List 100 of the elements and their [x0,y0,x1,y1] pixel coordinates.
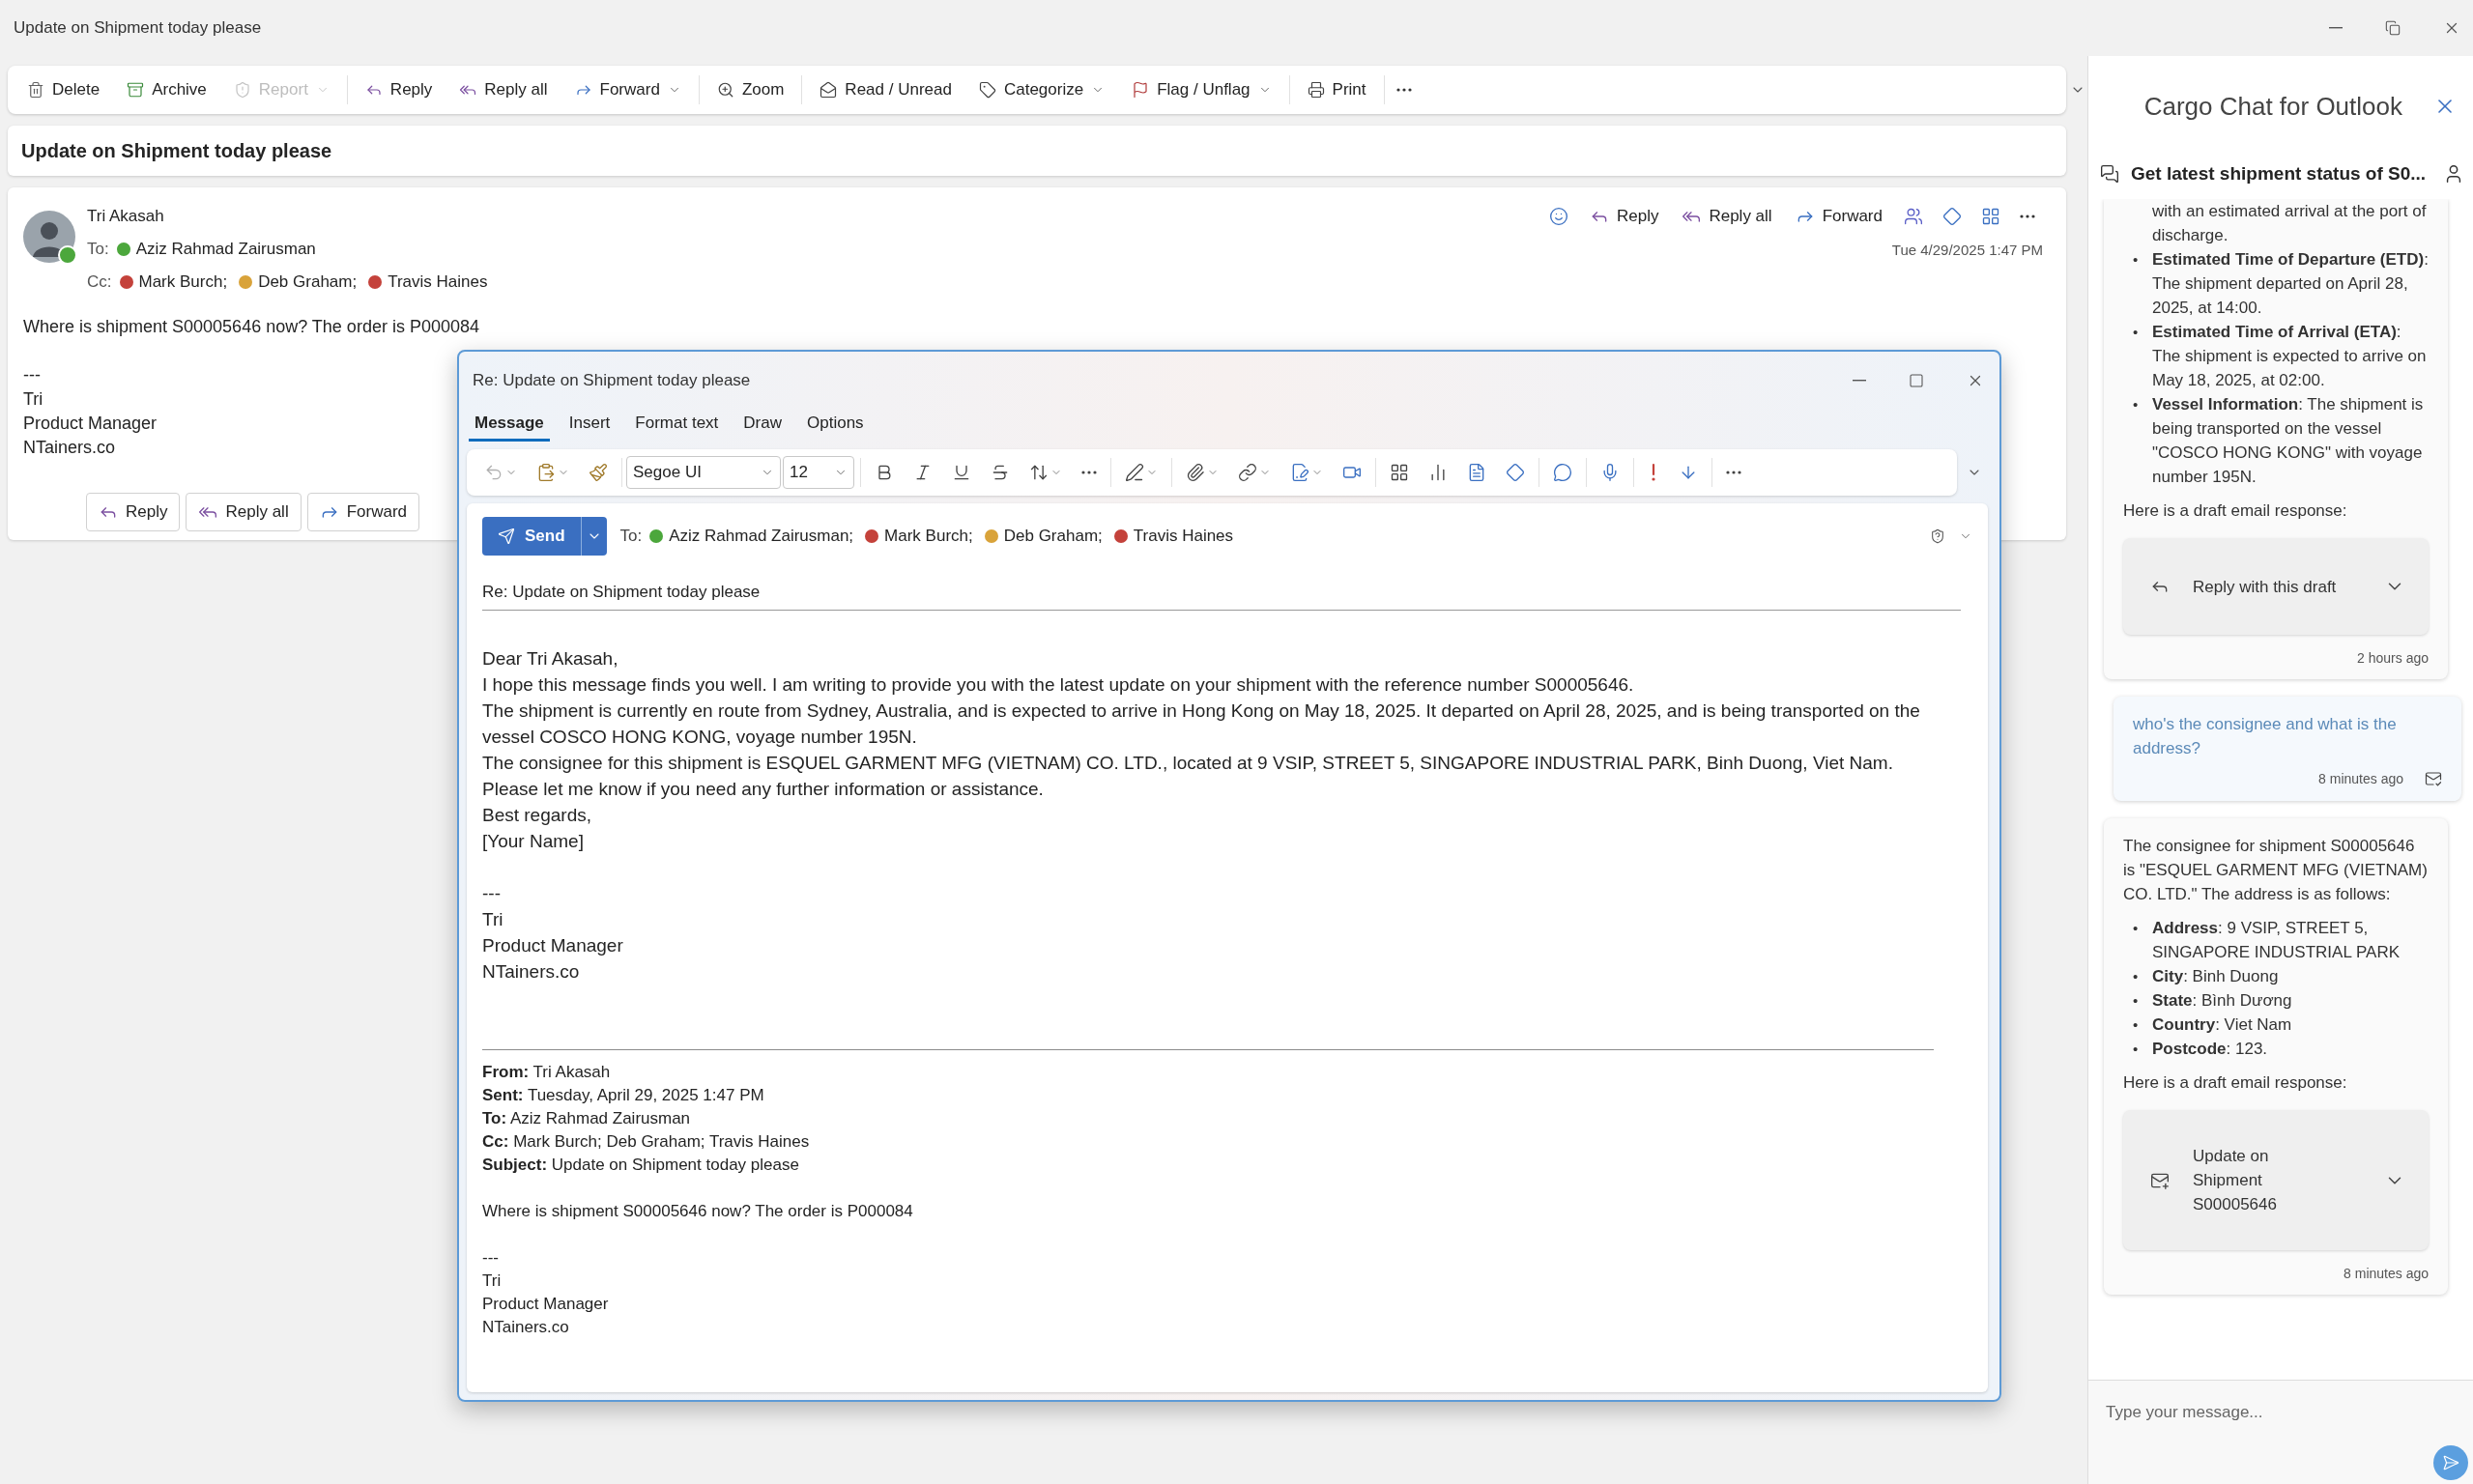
bullet-text: with an estimated arrival at the port of discharge. [2152,201,2428,246]
size-select[interactable]: 12 [783,456,854,489]
body-text: Tri [482,908,503,931]
flag-button[interactable]: Flag / Unflag [1118,74,1285,105]
bullet-text: Estimated Time of Arrival (ETA): The shipment is expected to arrive on May 18, 2025, at 02:00. [2152,322,2428,391]
shield-icon [233,81,251,99]
grid-icon [1390,463,1409,482]
timestamp: 2 hours ago [2357,650,2429,666]
forward-button[interactable]: Forward [561,74,695,105]
forward-button[interactable]: Forward [306,493,420,531]
reply-all-button[interactable]: Reply all [1672,203,1782,230]
tag-icon [978,81,996,99]
bullet-marker: • [2133,1040,2140,1059]
body-text: Where is shipment S00005646 now? The order is P000084 [482,1201,913,1222]
bullet-marker: • [2133,323,2140,342]
send-button[interactable]: Send [482,517,607,556]
ribbon-tab[interactable]: Message [469,410,550,442]
reply-all-button[interactable]: Reply all [186,493,302,531]
bullet-marker: • [2133,967,2140,986]
envelope-icon [820,81,838,99]
delete-button[interactable]: Delete [14,74,114,105]
archive-button[interactable]: Archive [113,74,220,105]
bullet-text: Estimated Time of Departure (ETD): The shipment departed on April 28, 2025, at 14:00. [2152,249,2429,319]
ribbon-tab[interactable]: Format text [629,410,725,442]
reply-all-button[interactable]: Reply all [446,74,561,105]
conversation-icon [2100,164,2119,184]
subject-field[interactable]: Re: Update on Shipment today please [482,583,1961,611]
ribbon-tab[interactable]: Insert [562,410,617,442]
clipboard-icon [536,463,556,482]
recipient-name[interactable]: Aziz Rahmad Zairusman; [669,527,854,546]
message-input[interactable]: Type your message... [2104,1402,2466,1423]
document-pen-icon [1290,463,1309,482]
send-icon [2442,1454,2459,1471]
body-text: The consignee for this shipment is ESQUEL GARMENT MFG (VIETNAM) CO. LTD., located at 9 VSIP, STREET 5, SINGAPORE INDUSTRIAL PARK, Binh Duong, Viet Nam. [482,752,1893,775]
envelope-icon [2425,770,2442,787]
restore-icon [2385,20,2401,36]
smiley-icon [1548,207,1568,226]
minimize-icon [1853,380,1866,382]
timestamp: 8 minutes ago [2344,1266,2429,1281]
cc-label: Cc: [87,272,112,292]
bullet-marker: • [2133,991,2140,1011]
message-text: Here is a draft email response: [2123,1072,2348,1094]
flag-icon [1132,81,1150,99]
timestamp: 8 minutes ago [2318,771,2403,786]
bullet-text: State: Bình Dương [2152,990,2293,1012]
window-title: Update on Shipment today please [14,18,262,38]
body-text: Product Manager [23,413,158,435]
line-spacing-icon [1029,463,1049,482]
to-label: To: [619,527,643,546]
bullet-marker: • [2133,250,2140,270]
pen-icon [1125,463,1144,482]
document-icon [1467,463,1486,482]
bullet-text: City: Binh Duong [2152,966,2280,987]
bullet-text: Country: Viet Nam [2152,1014,2293,1036]
message-text: Here is a draft email response: [2123,500,2348,522]
zoom-button[interactable]: Zoom [703,74,798,105]
recipient-name[interactable]: Travis Haines [1133,527,1234,546]
bullet-text: Postcode: 123. [2152,1039,2269,1060]
draft-button[interactable]: Update on Shipment S00005646 [2123,1110,2429,1250]
reply-button[interactable]: Reply [86,493,181,531]
recipient-name[interactable]: Mark Burch; [884,527,973,546]
bullet-marker: • [2133,919,2140,938]
panel-title: Cargo Chat for Outlook [2143,91,2402,122]
avatar [23,211,75,263]
recipient-name[interactable]: Mark Burch; [138,272,228,292]
sender-name[interactable]: Tri Akasah [87,207,492,226]
reply-button[interactable]: Reply [351,74,446,105]
font-select[interactable]: Segoe UI [626,456,781,489]
categorize-button[interactable]: Categorize [964,74,1119,105]
body-text: NTainers.co [23,437,116,459]
zoom-icon [716,81,734,99]
grid-icon [1981,207,2000,226]
body-text: I hope this message finds you well. I am writing to provide you with the latest update on your shipment with the reference number S00005646. [482,673,1634,697]
recipient-name[interactable]: Deb Graham; [258,272,358,292]
send-button[interactable] [2433,1445,2468,1480]
body-text: Please let me know if you need any further information or assistance. [482,778,1044,801]
draft-button[interactable]: Reply with this draft [2123,538,2429,635]
forward-button[interactable]: Forward [1785,203,1892,230]
recipient-name[interactable]: Deb Graham; [1003,527,1103,546]
message-date: Tue 4/29/2025 1:47 PM [1891,242,2043,258]
maximize-icon [1909,373,1924,388]
trash-icon [27,81,44,99]
recipient-name[interactable]: Aziz Rahmad Zairusman [135,240,316,259]
body-text: Tri [23,388,43,411]
body-text: Where is shipment S00005646 now? The order is P000084 [23,316,479,338]
people-icon [1904,207,1923,226]
bullet-marker: • [2133,395,2140,414]
bullet-text: Address: 9 VSIP, STREET 5, SINGAPORE INDUSTRIAL PARK [2152,918,2401,963]
recipient-name[interactable]: Travis Haines [388,272,488,292]
reply-button[interactable]: Reply [1579,203,1669,230]
more-icon [1726,471,1741,474]
ribbon-tab[interactable]: Options [801,410,870,442]
brush-icon [589,463,608,482]
body-text: NTainers.co [482,960,580,984]
body-text: Product Manager [482,934,623,957]
quoted-header-line: Subject: Update on Shipment today please [482,1155,799,1176]
read-unread-button[interactable]: Read / Unread [806,74,965,105]
print-button[interactable]: Print [1293,74,1380,105]
body-text: [Your Name] [482,830,584,853]
ribbon-tab[interactable]: Draw [737,410,788,442]
